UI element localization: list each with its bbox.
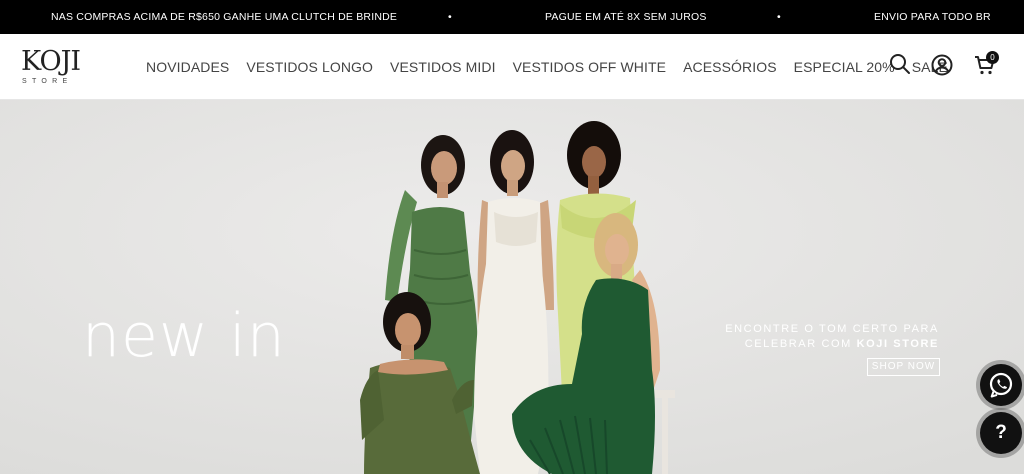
site-header: KOJI STORE NOVIDADES VESTIDOS LONGO VEST…	[0, 34, 1024, 100]
announcement-message-gift: NAS COMPRAS ACIMA DE R$650 GANHE UMA CLU…	[51, 11, 398, 23]
nav-item-vestidos-off-white[interactable]: VESTIDOS OFF WHITE	[513, 57, 666, 77]
main-navigation: NOVIDADES VESTIDOS LONGO VESTIDOS MIDI V…	[146, 57, 965, 77]
search-icon[interactable]	[888, 52, 912, 76]
hero-banner[interactable]: new in ENCONTRE O TOM CERTO PARA CELEBRA…	[0, 100, 1024, 474]
announcement-separator: •	[448, 11, 452, 23]
hero-tagline-line-2: CELEBRAR COM KOJI STORE	[709, 337, 939, 352]
hero-tagline-line-1: ENCONTRE O TOM CERTO PARA	[725, 323, 939, 335]
hero-headline: new in	[82, 301, 286, 371]
help-button[interactable]: ?	[980, 412, 1022, 454]
account-icon[interactable]	[930, 53, 954, 77]
shop-now-button[interactable]: SHOP NOW	[867, 358, 940, 376]
nav-item-vestidos-longo[interactable]: VESTIDOS LONGO	[246, 57, 373, 77]
announcement-separator: •	[777, 11, 781, 23]
nav-item-especial[interactable]: ESPECIAL 20%	[794, 57, 895, 77]
nav-item-novidades[interactable]: NOVIDADES	[146, 57, 229, 77]
cart-count-badge: 0	[986, 51, 999, 64]
hero-tagline-prefix: CELEBRAR COM	[744, 338, 857, 350]
store-logo[interactable]: KOJI STORE	[20, 46, 90, 90]
whatsapp-button[interactable]	[980, 364, 1022, 406]
logo-word: KOJI	[21, 46, 81, 77]
hero-tagline-brand: KOJI STORE	[856, 338, 939, 350]
whatsapp-icon	[989, 372, 1013, 398]
help-icon: ?	[995, 422, 1007, 443]
hero-models-image	[0, 100, 1024, 474]
announcement-message-installments: PAGUE EM ATÉ 8X SEM JUROS	[545, 11, 707, 23]
announcement-bar: NAS COMPRAS ACIMA DE R$650 GANHE UMA CLU…	[0, 0, 1024, 34]
nav-item-acessorios[interactable]: ACESSÓRIOS	[683, 57, 777, 77]
hero-tagline: ENCONTRE O TOM CERTO PARA CELEBRAR COM K…	[709, 322, 939, 352]
logo-subtitle: STORE	[22, 78, 73, 85]
announcement-message-shipping: ENVIO PARA TODO BR	[874, 11, 991, 23]
nav-item-vestidos-midi[interactable]: VESTIDOS MIDI	[390, 57, 496, 77]
